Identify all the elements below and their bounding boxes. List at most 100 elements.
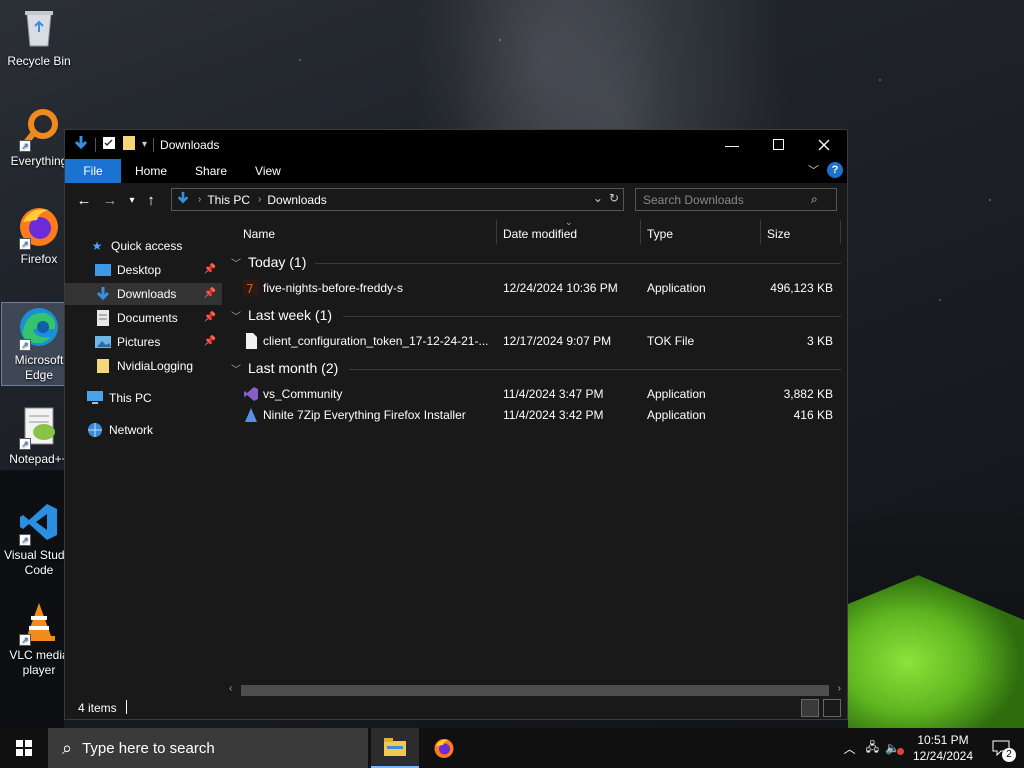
volume-muted-icon[interactable]: 🔈	[885, 741, 904, 755]
vscode-icon: ↗	[17, 500, 61, 546]
group-header-last-week[interactable]: ﹀ Last week (1)	[231, 307, 841, 323]
title-bar[interactable]: ▾ Downloads —	[65, 130, 847, 159]
file-date: 11/4/2024 3:47 PM	[503, 387, 604, 401]
downloads-location-icon	[176, 191, 190, 208]
minimize-button[interactable]: —	[709, 130, 755, 159]
tab-home[interactable]: Home	[121, 159, 181, 183]
close-button[interactable]	[801, 130, 847, 159]
nav-item-downloads[interactable]: Downloads 📌	[65, 283, 222, 305]
nav-label: Downloads	[117, 287, 177, 301]
nav-label: Quick access	[111, 239, 183, 253]
taskbar-file-explorer[interactable]	[371, 728, 419, 768]
nav-label: Desktop	[117, 263, 162, 277]
group-header-today[interactable]: ﹀ Today (1)	[231, 254, 841, 270]
column-header-date-modified[interactable]: Date modified	[503, 227, 577, 241]
up-button[interactable]: ↑	[141, 192, 161, 209]
column-divider[interactable]	[840, 220, 841, 244]
customize-toolbar-icon[interactable]: ▾	[142, 139, 147, 150]
window-title: Downloads	[160, 137, 220, 152]
file-row[interactable]: Ninite 7Zip Everything Firefox Installer…	[223, 405, 847, 426]
clock-time: 10:51 PM	[917, 733, 969, 747]
navigation-pane: ★ Quick access Desktop 📌 Downloads 📌 Doc…	[65, 217, 222, 699]
nav-label: NvidiaLogging	[117, 359, 194, 373]
status-divider	[126, 700, 127, 714]
network-status-icon[interactable]: 🖧	[866, 738, 879, 759]
address-bar[interactable]: › This PC › Downloads ⌄ ↻	[171, 188, 624, 211]
collapse-chevron-icon[interactable]: ﹀	[231, 255, 241, 270]
file-explorer-window[interactable]: ▾ Downloads — File Home Share View ﹀ ? ←…	[64, 129, 848, 720]
nav-item-pictures[interactable]: Pictures 📌	[95, 331, 222, 353]
file-name: Ninite 7Zip Everything Firefox Installer	[263, 408, 466, 422]
collapse-chevron-icon[interactable]: ﹀	[231, 361, 241, 376]
toolbar-divider	[95, 137, 96, 152]
show-hidden-icons-chevron-icon[interactable]: ︿	[844, 740, 856, 757]
address-dropdown-icon[interactable]: ⌄	[593, 191, 603, 205]
shortcut-arrow-icon: ↗	[19, 634, 31, 646]
maximize-button[interactable]	[755, 130, 801, 159]
nav-quick-access[interactable]: ★ Quick access	[89, 235, 222, 257]
search-icon[interactable]: ⌕	[811, 192, 818, 207]
forward-button[interactable]: →	[97, 192, 123, 209]
column-header-name[interactable]: Name	[243, 227, 275, 241]
navigation-bar: ← → ▾ ↑ › This PC › Downloads ⌄ ↻ ⌕	[65, 183, 847, 217]
refresh-icon[interactable]: ↻	[609, 191, 619, 205]
file-row[interactable]: vs_Community 11/4/2024 3:47 PM Applicati…	[223, 384, 847, 405]
column-header-size[interactable]: Size	[767, 227, 790, 241]
breadcrumb-separator-icon: ›	[198, 194, 202, 205]
column-headers: Name ⌄ Date modified Type Size	[223, 217, 847, 247]
taskbar-firefox[interactable]	[420, 728, 468, 768]
nav-network[interactable]: Network	[87, 419, 222, 441]
close-icon	[818, 139, 830, 150]
scroll-left-icon[interactable]: ‹	[229, 683, 232, 694]
nav-item-documents[interactable]: Documents 📌	[95, 307, 222, 329]
nav-item-desktop[interactable]: Desktop 📌	[95, 259, 222, 281]
collapse-chevron-icon[interactable]: ﹀	[231, 308, 241, 323]
help-icon[interactable]: ?	[827, 162, 843, 178]
scrollbar-thumb[interactable]	[241, 685, 829, 696]
search-input[interactable]	[636, 192, 811, 207]
large-icons-view-button[interactable]	[823, 699, 841, 717]
file-explorer-icon	[384, 738, 406, 756]
notification-count-badge: 2	[1002, 748, 1016, 762]
desktop-icon-recycle-bin[interactable]: Recycle Bin	[2, 6, 76, 69]
start-button[interactable]	[0, 728, 48, 768]
action-center-button[interactable]: 2	[978, 728, 1024, 768]
new-folder-icon[interactable]	[122, 135, 136, 154]
computer-icon	[87, 390, 103, 406]
file-list-pane: Name ⌄ Date modified Type Size ﹀ Today (…	[223, 217, 847, 699]
properties-icon[interactable]	[102, 136, 116, 153]
taskbar-search-box[interactable]: ⌕ Type here to search	[48, 728, 368, 768]
column-header-type[interactable]: Type	[647, 227, 673, 241]
nav-this-pc[interactable]: This PC	[87, 387, 222, 409]
clock[interactable]: 10:51 PM 12/24/2024	[908, 732, 978, 764]
recycle-bin-icon	[17, 6, 61, 50]
file-size: 3,882 KB	[783, 387, 833, 401]
back-button[interactable]: ←	[71, 192, 97, 209]
column-divider[interactable]	[760, 220, 761, 244]
tab-share[interactable]: Share	[181, 159, 241, 183]
search-box[interactable]: ⌕	[635, 188, 837, 211]
scroll-right-icon[interactable]: ›	[838, 683, 841, 694]
recent-locations-button[interactable]: ▾	[123, 195, 141, 206]
tab-file[interactable]: File	[65, 159, 121, 183]
search-icon: ⌕	[62, 737, 73, 758]
pin-icon: 📌	[203, 336, 216, 347]
nav-item-nvidialogging[interactable]: NvidiaLogging	[95, 355, 222, 377]
group-header-last-month[interactable]: ﹀ Last month (2)	[231, 360, 841, 376]
file-date: 12/24/2024 10:36 PM	[503, 281, 618, 295]
pictures-folder-icon	[95, 334, 111, 350]
group-label: Last month (2)	[248, 360, 339, 376]
column-divider[interactable]	[640, 220, 641, 244]
network-icon	[87, 422, 103, 438]
file-row[interactable]: client_configuration_token_17-12-24-21-.…	[223, 331, 847, 352]
everything-icon: ↗	[17, 106, 61, 152]
breadcrumb-downloads[interactable]: Downloads	[267, 193, 326, 207]
expand-ribbon-chevron-icon[interactable]: ﹀	[808, 162, 819, 178]
column-divider[interactable]	[496, 220, 497, 244]
breadcrumb-this-pc[interactable]: This PC	[207, 193, 250, 207]
file-row[interactable]: 7 five-nights-before-freddy-s 12/24/2024…	[223, 278, 847, 299]
nav-label: This PC	[109, 391, 152, 405]
details-view-button[interactable]	[801, 699, 819, 717]
file-name: client_configuration_token_17-12-24-21-.…	[263, 334, 489, 348]
tab-view[interactable]: View	[241, 159, 295, 183]
